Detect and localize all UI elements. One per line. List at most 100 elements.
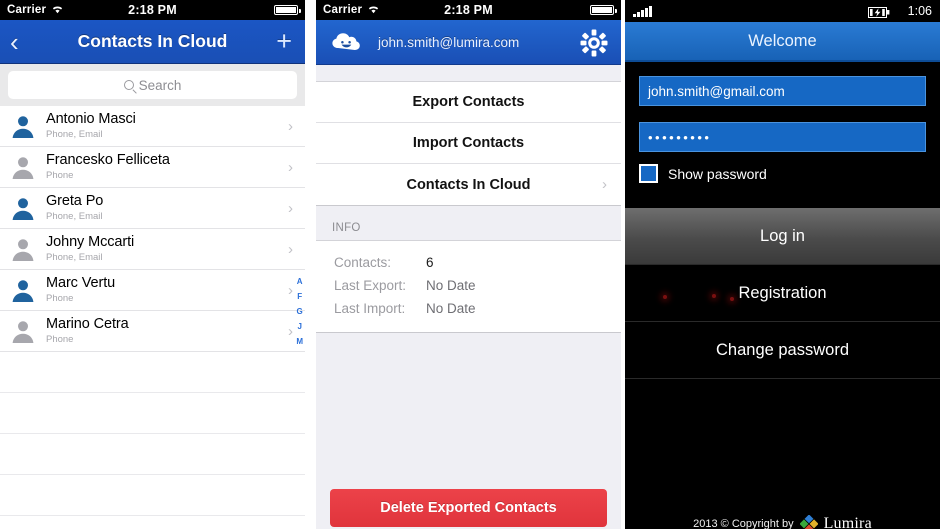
copyright-text: 2013 © Copyright by — [693, 518, 794, 529]
index-letter[interactable]: A — [297, 277, 303, 286]
info-value: No Date — [426, 278, 476, 293]
table-row[interactable]: Greta Po Phone, Email › — [0, 188, 305, 229]
show-password-checkbox[interactable] — [639, 164, 658, 183]
list-item-empty — [0, 393, 305, 434]
table-row[interactable]: Johny Mccarti Phone, Email › — [0, 229, 305, 270]
password-field-value: ••••••••• — [648, 129, 712, 145]
account-body: Export Contacts Import Contacts Contacts… — [316, 65, 621, 529]
info-value: 6 — [426, 255, 434, 270]
red-dot — [730, 297, 734, 301]
contact-name: Johny Mccarti — [46, 233, 135, 250]
index-letter[interactable]: M — [296, 337, 303, 346]
email-field-value: john.smith@gmail.com — [648, 83, 785, 99]
contacts-in-cloud-button[interactable]: Contacts In Cloud › — [316, 164, 621, 205]
contact-info: Antonio Masci Phone, Email — [46, 110, 288, 141]
info-label: Last Export: — [334, 278, 407, 293]
avatar-gray — [10, 154, 36, 180]
import-contacts-button[interactable]: Import Contacts — [316, 123, 621, 164]
search-bar: Search — [0, 64, 305, 106]
login-button[interactable]: Log in — [625, 208, 940, 265]
contact-detail: Phone, Email — [46, 211, 103, 223]
plus-icon[interactable]: + — [276, 28, 292, 55]
info-row: Contacts: 6 — [316, 251, 621, 274]
contact-info: Francesko Felliceta Phone — [46, 151, 288, 181]
status-clock: 2:18 PM — [444, 3, 493, 17]
battery-full-icon — [274, 5, 301, 15]
avatar-blue — [10, 113, 36, 139]
change-password-button[interactable]: Change password — [625, 322, 940, 379]
info-label: Last Import: — [334, 301, 406, 316]
welcome-header: Welcome — [625, 22, 940, 62]
list-item-empty — [0, 516, 305, 529]
table-row[interactable]: Marino Cetra Phone › — [0, 311, 305, 352]
login-body: john.smith@gmail.com ••••••••• Show pass… — [625, 76, 940, 529]
table-row[interactable]: Francesko Felliceta Phone › — [0, 147, 305, 188]
signal-bars-icon — [633, 5, 652, 17]
page-title: Contacts In Cloud — [77, 31, 228, 51]
search-input[interactable]: Search — [8, 71, 297, 99]
list-item-empty — [0, 352, 305, 393]
account-email: john.smith@lumira.com — [378, 34, 520, 50]
index-letter[interactable]: F — [297, 292, 302, 301]
chevron-right-icon: › — [288, 240, 293, 258]
footer-copyright: 2013 © Copyright by Lumira — [625, 514, 940, 529]
contact-info: Marc Vertu Phone — [46, 274, 288, 305]
panel-account-actions: Carrier 2:18 PM john.smith@lumira.com Ex… — [316, 0, 621, 529]
panel-divider — [305, 0, 316, 529]
screenshot-root: Carrier 2:18 PM ‹ Contacts In Cloud + Se… — [0, 0, 940, 529]
red-dot — [712, 294, 716, 298]
panel-login: 1:06 Welcome john.smith@gmail.com ••••••… — [625, 0, 940, 529]
index-letter[interactable]: J — [297, 322, 301, 331]
index-letter[interactable]: G — [297, 307, 303, 316]
battery-charging-icon — [868, 5, 890, 23]
menu-item-label: Export Contacts — [412, 94, 525, 110]
export-contacts-button[interactable]: Export Contacts — [316, 82, 621, 123]
menu-item-label: Contacts In Cloud — [406, 176, 531, 193]
chevron-right-icon: › — [288, 281, 293, 299]
brand-name: Lumira — [823, 515, 872, 529]
contact-info: Marino Cetra Phone — [46, 316, 288, 346]
delete-exported-contacts-button[interactable]: Delete Exported Contacts — [330, 489, 607, 527]
contact-name: Marc Vertu — [46, 274, 116, 291]
contact-name: Francesko Felliceta — [46, 151, 170, 168]
ios-status-bar: Carrier 2:18 PM — [316, 0, 621, 20]
email-field[interactable]: john.smith@gmail.com — [639, 76, 926, 106]
navigation-bar: ‹ Contacts In Cloud + — [0, 20, 305, 64]
info-block: Contacts: 6 Last Export: No Date Last Im… — [316, 240, 621, 333]
chevron-left-icon[interactable]: ‹ — [10, 29, 19, 55]
info-row: Last Import: No Date — [316, 297, 621, 320]
list-item-empty — [0, 475, 305, 516]
password-field[interactable]: ••••••••• — [639, 122, 926, 152]
panel-contacts-list: Carrier 2:18 PM ‹ Contacts In Cloud + Se… — [0, 0, 305, 529]
contact-detail: Phone — [46, 334, 74, 346]
alphabet-index[interactable]: A F G J M — [296, 274, 303, 349]
avatar-blue — [10, 277, 36, 303]
cloud-smiley-logo — [330, 29, 364, 55]
actions-menu: Export Contacts Import Contacts Contacts… — [316, 81, 621, 206]
delete-button-wrap: Delete Exported Contacts — [316, 489, 621, 529]
table-row[interactable]: Marc Vertu Phone › — [0, 270, 305, 311]
contact-info: Johny Mccarti Phone, Email — [46, 233, 288, 264]
info-row: Last Export: No Date — [316, 274, 621, 297]
contact-name: Antonio Masci — [46, 110, 136, 127]
info-section-header: INFO — [332, 222, 361, 234]
contact-name: Greta Po — [46, 192, 104, 209]
avatar-gray — [10, 236, 36, 262]
decorative-dots — [657, 287, 777, 307]
show-password-row[interactable]: Show password — [639, 164, 940, 183]
contact-detail: Phone — [46, 293, 74, 305]
search-placeholder: Search — [138, 77, 182, 93]
show-password-label: Show password — [668, 165, 767, 182]
info-value: No Date — [426, 301, 476, 316]
red-dot — [663, 295, 667, 299]
chevron-right-icon: › — [602, 176, 607, 193]
table-row[interactable]: Antonio Masci Phone, Email › — [0, 106, 305, 147]
gear-icon[interactable] — [579, 28, 609, 63]
battery-full-icon — [590, 5, 617, 15]
search-icon — [123, 80, 134, 90]
contact-detail: Phone, Email — [46, 129, 103, 141]
contact-detail: Phone, Email — [46, 252, 103, 264]
status-clock: 2:18 PM — [128, 3, 177, 17]
wp-status-bar: 1:06 — [625, 0, 940, 22]
chevron-right-icon: › — [288, 199, 293, 217]
